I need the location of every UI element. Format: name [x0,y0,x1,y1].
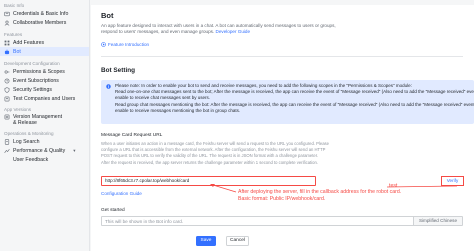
scope-notice: Please note: In order to enable your bot… [101,80,474,124]
sidebar-item-credentials[interactable]: Credentials & Basic Info [0,9,89,18]
sidebar-item-label: Version Management & Release [13,114,62,126]
sidebar-section-features: Features [4,32,23,37]
credentials-icon [4,11,10,17]
annotation-line2: Basic format: Public IP/webhook/card. [238,195,326,202]
version-icon [4,114,10,120]
info-icon [106,83,111,89]
sidebar-item-user-feedback[interactable]: User Feedback [0,155,89,164]
sidebar-item-label: Security Settings [13,86,52,93]
cancel-button[interactable]: Cancel [226,236,249,246]
feature-introduction-label: Feature Introduction [108,42,150,47]
sidebar-item-collaborative[interactable]: Collaborative Members [0,18,89,27]
arrow-to-url [212,184,237,193]
developer-guide-link[interactable]: Developer Guide [216,29,250,34]
sidebar-item-label: Log Search [13,138,40,145]
sidebar-item-label: Collaborative Members [13,19,67,26]
main-content: Bot An app feature designed to interact … [91,0,474,251]
save-button[interactable]: Save [196,236,216,246]
annotation-callback: After deploying the server, fill in the … [238,189,401,203]
sidebar-item-permissions[interactable]: Permissions & Scopes [0,67,89,76]
card-request-url-label: Message Card Request URL [101,133,163,138]
description-line1: An app feature designed to interact with… [101,23,336,28]
sidebar-item-security[interactable]: Security Settings [0,85,89,94]
sidebar-section-versions: App Versions [4,107,32,112]
sidebar-item-label: Bot [13,48,21,55]
feature-introduction-link[interactable]: Feature Introduction [101,42,149,47]
sidebar-item-version-management[interactable]: Version Management & Release [0,113,89,127]
sidebar-item-label-line2: & Release [13,120,37,126]
sidebar-item-log-search[interactable]: Log Search [0,137,89,146]
shield-icon [4,86,10,93]
arrow-to-verify [386,185,458,188]
bot-setting-title: Bot Setting [101,67,136,74]
sidebar-item-label: Permissions & Scopes [13,68,65,75]
sidebar-item-bot[interactable]: Bot [0,47,89,56]
sidebar-item-label: Performance & Quality [13,147,66,154]
get-started-label: Get started [101,208,125,213]
sidebar-item-add-features[interactable]: Add Features [0,38,89,47]
language-select[interactable]: Simplified Chinese [412,217,462,225]
sidebar-item-label: Add Features [13,39,45,46]
sidebar-item-label: User Feedback [13,156,49,163]
members-icon [4,20,10,26]
test-users-icon [4,96,10,102]
feature-icon [101,42,106,47]
sidebar-section-operations: Operations & Monitoring [4,131,54,136]
sidebar-item-label: Credentials & Basic Info [13,10,69,17]
sidebar-section-basic: Basic Info [4,3,25,8]
verify-button[interactable]: Verify [441,176,464,186]
sidebar-item-events[interactable]: Event Subscriptions [0,76,89,85]
get-started-placeholder: This will be shown in the Bot info card. [105,219,184,224]
card-request-url-input[interactable]: http://8f65dc3.r7.cpolar.top/webhook/car… [101,176,316,186]
notice-line5: enable to receive messages mentioning th… [115,107,241,113]
key-icon [4,69,10,75]
get-started-input[interactable]: This will be shown in the Bot info card.… [101,216,463,226]
sidebar-item-label: Event Subscriptions [13,77,59,84]
page-description: An app feature designed to interact with… [101,23,463,36]
description-line2: respond to users' messages, and even man… [101,29,215,35]
top-bar [91,0,474,5]
sidebar-item-label: Test Companies and Users [13,95,76,102]
sidebar-item-performance[interactable]: Performance & Quality ▾ [0,146,89,155]
log-icon [4,138,10,145]
card-desc-line4: After the request is received, the app s… [101,159,318,165]
divider [101,56,463,57]
chevron-down-icon: ▾ [73,147,76,153]
grid-icon [4,40,10,46]
sidebar-item-test-companies[interactable]: Test Companies and Users [0,94,89,103]
card-request-description: When a user initiates an action in a mes… [101,141,473,166]
sidebar-section-development: Development Configuration [4,61,60,66]
performance-icon [4,148,10,154]
bot-icon [4,49,10,55]
event-icon [4,78,10,84]
configuration-guide-link[interactable]: Configuration Guide [101,191,142,196]
annotation-line1: After deploying the server, fill in the … [238,189,402,195]
sidebar: Basic Info Credentials & Basic Info Coll… [0,0,90,251]
annotation-arrows [210,184,458,193]
notice-line4: Read group chat messages mentioning the … [115,101,474,107]
page-title: Bot [101,11,114,20]
